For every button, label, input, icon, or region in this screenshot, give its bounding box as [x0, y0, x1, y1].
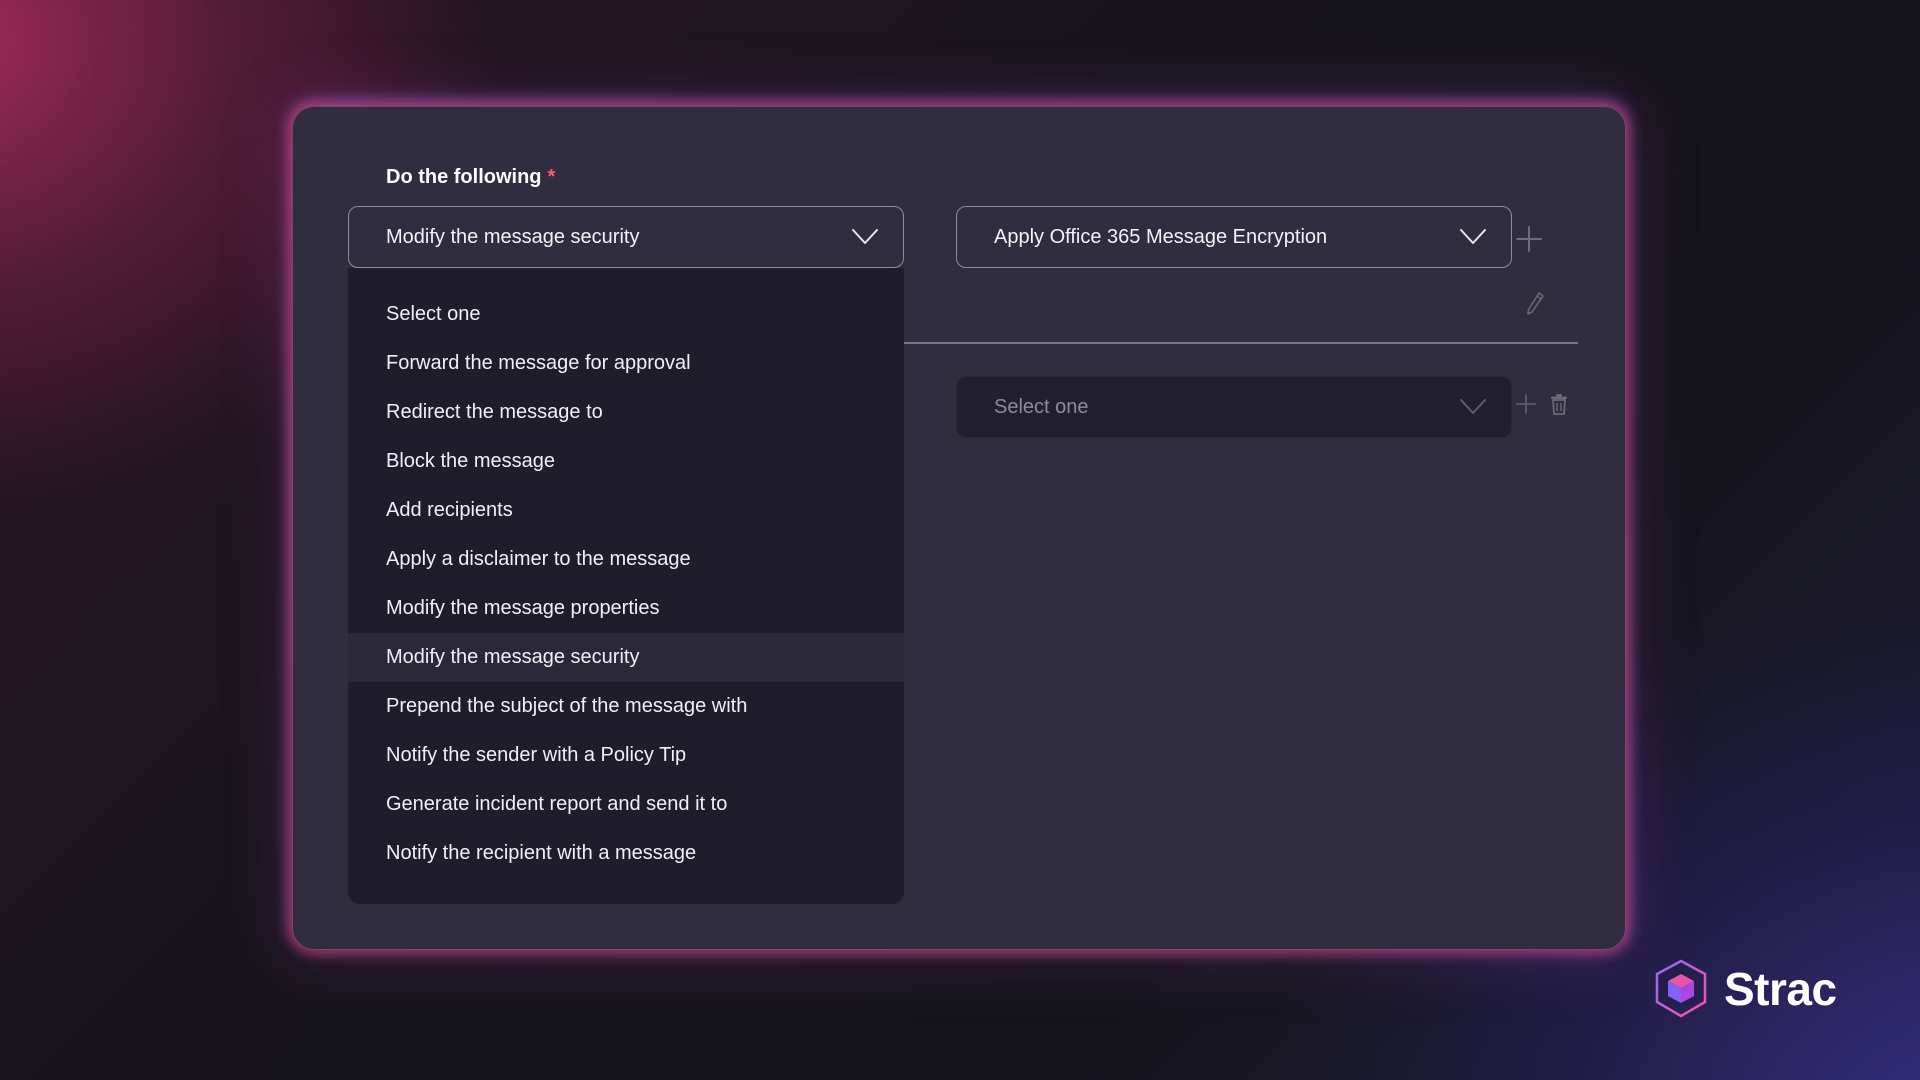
encryption-select-value: Apply Office 365 Message Encryption	[994, 225, 1328, 248]
dropdown-item[interactable]: Notify the recipient with a message	[348, 829, 904, 878]
dropdown-item[interactable]: Select one	[348, 290, 904, 339]
exception-select[interactable]: Select one	[956, 376, 1512, 438]
brand-name: Strac	[1724, 963, 1837, 1015]
action-dropdown-menu: Select one Forward the message for approv…	[348, 268, 904, 904]
action-select[interactable]: Modify the message security	[348, 206, 904, 268]
dropdown-item[interactable]: Apply a disclaimer to the message	[348, 535, 904, 584]
brand: Strac	[1650, 958, 1837, 1020]
rule-editor-card: Do the following * Modify the message se…	[292, 106, 1626, 950]
dropdown-item[interactable]: Notify the sender with a Policy Tip	[348, 731, 904, 780]
dropdown-item[interactable]: Modify the message security	[348, 633, 904, 682]
dropdown-item[interactable]: Forward the message for approval	[348, 339, 904, 388]
section-label: Do the following *	[386, 166, 555, 189]
dropdown-item[interactable]: Modify the message properties	[348, 584, 904, 633]
section-label-text: Do the following	[386, 166, 542, 188]
dropdown-item[interactable]: Redirect the message to	[348, 388, 904, 437]
dropdown-item[interactable]: Generate incident report and send it to	[348, 780, 904, 829]
plus-icon	[1516, 394, 1536, 414]
encryption-select[interactable]: Apply Office 365 Message Encryption	[956, 206, 1512, 268]
chevron-down-icon	[852, 229, 878, 244]
dropdown-item[interactable]: Block the message	[348, 437, 904, 486]
strac-logo	[1655, 959, 1707, 1018]
edit-button[interactable]	[1524, 290, 1546, 316]
action-select-value: Modify the message security	[386, 225, 640, 248]
exception-select-placeholder: Select one	[994, 395, 1089, 418]
dropdown-item[interactable]: Prepend the subject of the message with	[348, 682, 904, 731]
pencil-icon	[1527, 292, 1544, 315]
chevron-down-icon	[1460, 399, 1486, 414]
plus-icon	[1516, 226, 1542, 252]
dropdown-item[interactable]: Add recipients	[348, 486, 904, 535]
chevron-down-icon	[1460, 229, 1486, 244]
add-condition-button[interactable]	[1514, 392, 1538, 416]
section-divider	[904, 342, 1578, 344]
required-marker: *	[547, 166, 556, 188]
trash-icon	[1551, 394, 1567, 415]
delete-condition-button[interactable]	[1548, 392, 1570, 416]
add-action-button[interactable]	[1514, 224, 1544, 254]
